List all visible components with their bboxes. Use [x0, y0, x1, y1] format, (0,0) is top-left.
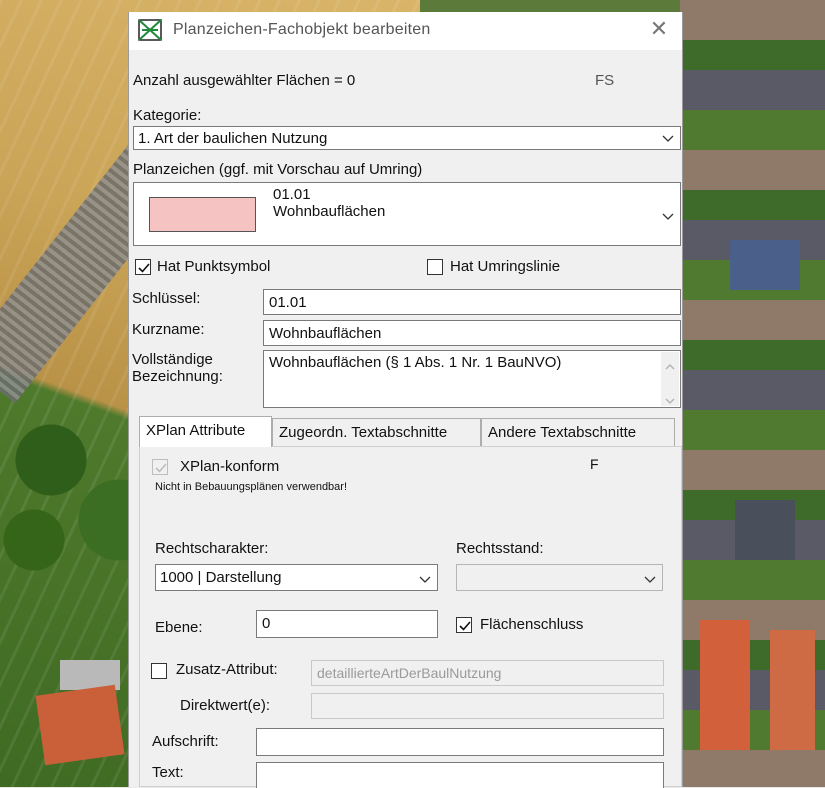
- house-roof: [35, 684, 125, 766]
- title-bar[interactable]: Planzeichen-Fachobjekt bearbeiten ✕: [129, 12, 682, 50]
- direktwert-label: Direktwert(e):: [180, 697, 271, 714]
- vertical-scrollbar[interactable]: [661, 352, 679, 406]
- zusatz-attribut-value: detaillierteArtDerBaulNutzung: [317, 665, 502, 681]
- ebene-label: Ebene:: [155, 619, 203, 636]
- scroll-up-icon[interactable]: [665, 358, 675, 375]
- direktwert-field[interactable]: [311, 693, 664, 719]
- punktsymbol-label: Hat Punktsymbol: [157, 258, 271, 275]
- planzeichen-icon: [138, 19, 162, 41]
- aufschrift-field[interactable]: [256, 728, 664, 756]
- chevron-down-icon: [662, 209, 674, 221]
- aufschrift-label: Aufschrift:: [152, 733, 219, 750]
- ebene-field[interactable]: 0: [256, 610, 438, 638]
- vollst-label-1: Vollständige: [132, 351, 213, 368]
- tab-xplan-attribute[interactable]: XPlan Attribute: [139, 416, 272, 447]
- xplan-konform-checkbox[interactable]: [152, 459, 168, 475]
- umringslinie-checkbox[interactable]: [427, 259, 443, 275]
- kurzname-label: Kurzname:: [132, 321, 205, 338]
- rechtsstand-dropdown[interactable]: [456, 564, 663, 591]
- planzeichen-label: Planzeichen (ggf. mit Vorschau auf Umrin…: [133, 161, 423, 178]
- close-button[interactable]: ✕: [636, 12, 682, 48]
- zusatz-attribut-checkbox[interactable]: [151, 663, 167, 679]
- tab-label: Andere Textabschnitte: [488, 424, 637, 441]
- schluessel-value: 01.01: [269, 294, 307, 311]
- chevron-down-icon: [662, 131, 674, 143]
- ebene-value: 0: [262, 615, 271, 632]
- kategorie-label: Kategorie:: [133, 107, 202, 124]
- planzeichen-code: 01.01: [273, 186, 311, 203]
- schluessel-label: Schlüssel:: [132, 290, 201, 307]
- planzeichen-dropdown[interactable]: 01.01 Wohnbauflächen: [133, 182, 681, 246]
- text-label: Text:: [152, 764, 184, 781]
- kategorie-dropdown[interactable]: 1. Art der baulichen Nutzung: [133, 126, 681, 150]
- chevron-down-icon: [644, 572, 656, 584]
- tab-label: Zugeordn. Textabschnitte: [279, 424, 448, 441]
- xplan-hint: Nicht in Bebauungsplänen verwendbar!: [155, 481, 348, 493]
- rechtsstand-label: Rechtsstand:: [456, 540, 544, 557]
- checkmark-icon: [459, 621, 471, 631]
- rechtscharakter-dropdown[interactable]: 1000 | Darstellung: [155, 564, 438, 591]
- kategorie-value: 1. Art der baulichen Nutzung: [138, 130, 328, 147]
- planzeichen-dialog: Planzeichen-Fachobjekt bearbeiten ✕ Anza…: [128, 12, 683, 788]
- xplan-konform-label: XPlan-konform: [180, 458, 280, 475]
- vollst-bezeichnung-field[interactable]: Wohnbauflächen (§ 1 Abs. 1 Nr. 1 BauNVO): [263, 350, 681, 408]
- chevron-down-icon: [419, 572, 431, 584]
- house-roof: [730, 240, 800, 290]
- checkmark-icon: [155, 463, 167, 473]
- planzeichen-name: Wohnbauflächen: [273, 203, 386, 220]
- punktsymbol-checkbox[interactable]: [135, 259, 151, 275]
- kurzname-value: Wohnbauflächen: [269, 325, 382, 342]
- text-field[interactable]: [256, 762, 664, 788]
- zusatz-attribut-label: Zusatz-Attribut:: [176, 661, 278, 678]
- zusatz-attribut-field[interactable]: detaillierteArtDerBaulNutzung: [311, 660, 664, 686]
- vollst-label-2: Bezeichnung:: [132, 368, 223, 385]
- vollst-bezeichnung-value: Wohnbauflächen (§ 1 Abs. 1 Nr. 1 BauNVO): [269, 354, 562, 371]
- house-roof: [700, 620, 750, 750]
- window-title: Planzeichen-Fachobjekt bearbeiten: [173, 21, 431, 38]
- rechtscharakter-value: 1000 | Darstellung: [160, 569, 282, 586]
- house-roof: [735, 500, 795, 560]
- selection-count-text: Anzahl ausgewählter Flächen = 0: [133, 72, 356, 89]
- tab-andere-textabschnitte[interactable]: Andere Textabschnitte: [481, 418, 675, 446]
- tab-zugeordn-textabschnitte[interactable]: Zugeordn. Textabschnitte: [272, 418, 481, 446]
- kurzname-field[interactable]: Wohnbauflächen: [263, 320, 681, 346]
- house-roof: [770, 630, 815, 750]
- selection-code: FS: [595, 72, 615, 89]
- umringslinie-label: Hat Umringslinie: [450, 258, 561, 275]
- rechtscharakter-label: Rechtscharakter:: [155, 540, 269, 557]
- scroll-down-icon[interactable]: [665, 392, 675, 409]
- xplan-konform-flag: F: [590, 456, 599, 472]
- checkmark-icon: [138, 263, 150, 273]
- planzeichen-swatch: [149, 197, 256, 232]
- flaechenschluss-label: Flächenschluss: [480, 616, 584, 633]
- tab-label: XPlan Attribute: [146, 422, 246, 439]
- flaechenschluss-checkbox[interactable]: [456, 617, 472, 633]
- xplan-attribute-panel: XPlan-konform F Nicht in Bebauungsplänen…: [139, 446, 682, 788]
- schluessel-field[interactable]: 01.01: [263, 289, 681, 315]
